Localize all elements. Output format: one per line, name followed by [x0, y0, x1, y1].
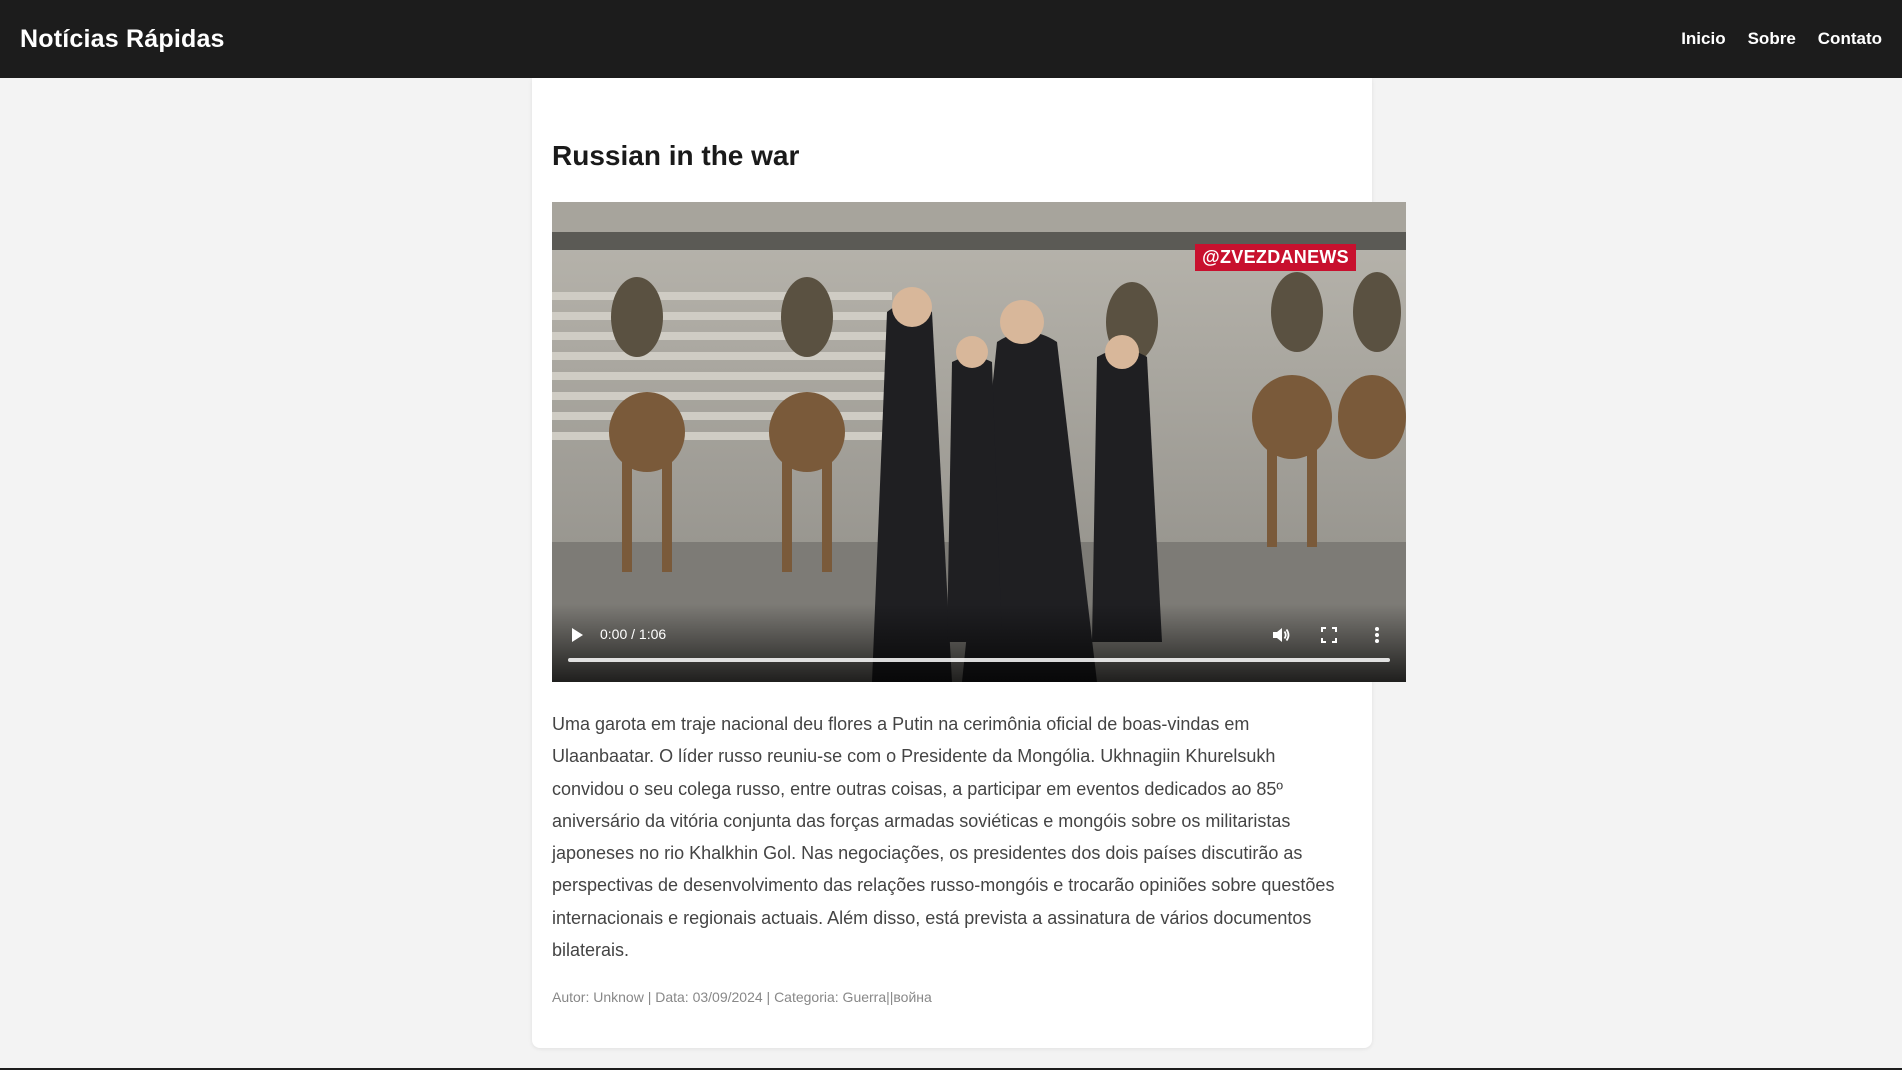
video-controls: 0:00 / 1:06 [552, 604, 1406, 682]
article-body: Uma garota em traje nacional deu flores … [552, 714, 1335, 961]
nav-link-sobre[interactable]: Sobre [1748, 29, 1796, 49]
channel-watermark: @ZVEZDANEWS [1195, 244, 1356, 271]
main-nav: Inicio Sobre Contato [1681, 29, 1882, 49]
video-time: 0:00 / 1:06 [600, 626, 667, 642]
volume-icon[interactable] [1270, 624, 1292, 646]
article-title: Russian in the war [552, 140, 800, 171]
article-card: Russian in the war @ZVEZDANEWS 0:00 / 1:… [532, 78, 1406, 1048]
fullscreen-icon[interactable] [1318, 624, 1340, 646]
nav-link-contato[interactable]: Contato [1818, 29, 1882, 49]
play-icon[interactable] [568, 626, 586, 644]
nav-link-inicio[interactable]: Inicio [1681, 29, 1725, 49]
video-player[interactable]: @ZVEZDANEWS 0:00 / 1:06 [552, 202, 1406, 682]
site-header: Notícias Rápidas Inicio Sobre Contato [0, 0, 1902, 78]
site-brand[interactable]: Notícias Rápidas [20, 25, 225, 54]
article-meta: Autor: Unknow | Data: 03/09/2024 | Categ… [552, 989, 932, 1005]
video-progress-bar[interactable] [568, 658, 1390, 662]
more-options-icon[interactable] [1366, 624, 1388, 646]
